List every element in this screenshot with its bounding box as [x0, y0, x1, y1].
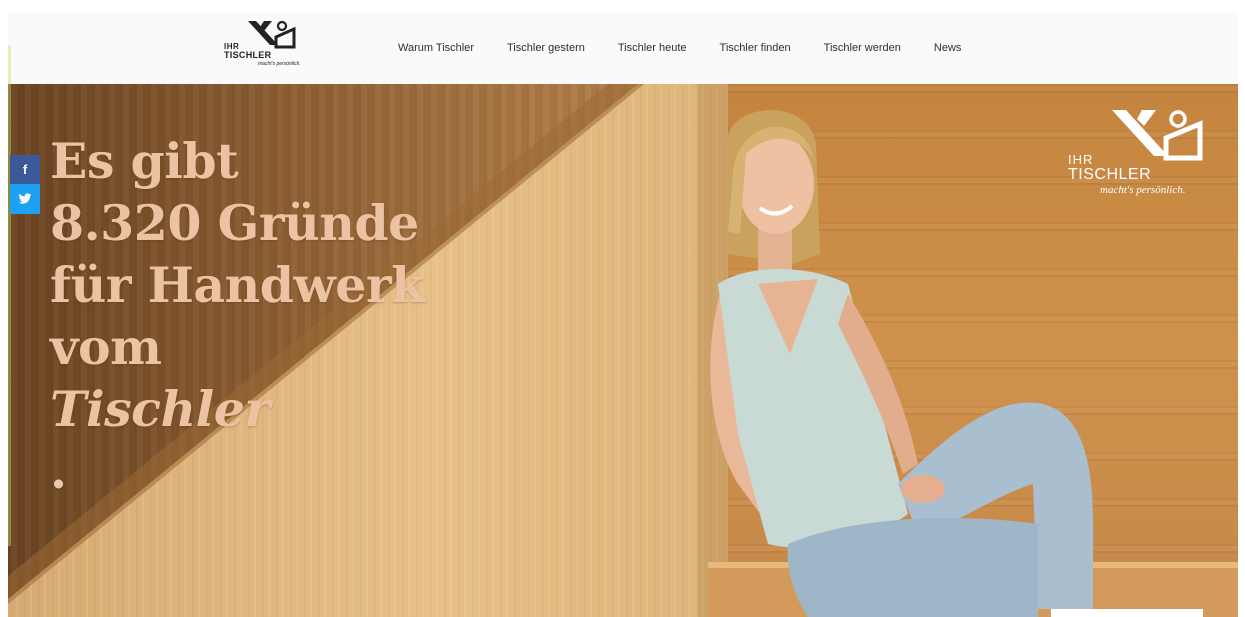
headline-line-4-prefix: vom [50, 318, 162, 376]
tischler-logo-white-icon [1112, 110, 1203, 161]
nav-warum-tischler[interactable]: Warum Tischler [398, 42, 474, 54]
logo-tagline: macht's persönlich. [258, 61, 301, 67]
headline-line-1: Es gibt [50, 132, 239, 190]
tischler-logo-icon [248, 20, 296, 49]
nav-news[interactable]: News [934, 42, 962, 54]
hero-banner: Es gibt 8.320 Gründe für Handwerk vom Ti… [8, 84, 1238, 617]
twitter-share-button[interactable] [10, 184, 40, 214]
site-header: IHR TISCHLER macht's persönlich. Warum T… [8, 12, 1238, 84]
hero-woman-photo [698, 104, 1118, 617]
site-logo[interactable]: IHR TISCHLER macht's persönlich. [222, 19, 312, 71]
headline-line-2: 8.320 Gründe [50, 194, 419, 252]
hero-logo-tagline: macht's persönlich. [1100, 184, 1186, 196]
logo-text-tischler: TISCHLER [224, 50, 272, 60]
headline-line-4-suffix: . [50, 442, 67, 500]
social-share-bar: f [10, 155, 40, 214]
hero-headline: Es gibt 8.320 Gründe für Handwerk vom Ti… [50, 130, 425, 502]
nav-tischler-gestern[interactable]: Tischler gestern [507, 42, 585, 54]
hero-logo-text-tischler: TISCHLER [1068, 166, 1152, 183]
cookie-notice-corner [1051, 609, 1203, 617]
headline-line-4-italic: Tischler [50, 380, 270, 438]
nav-tischler-werden[interactable]: Tischler werden [824, 42, 901, 54]
nav-tischler-finden[interactable]: Tischler finden [720, 42, 791, 54]
left-edge-accent [8, 46, 11, 546]
headline-line-4: vom Tischler. [50, 316, 425, 502]
nav-tischler-heute[interactable]: Tischler heute [618, 42, 687, 54]
facebook-share-button[interactable]: f [10, 155, 40, 184]
headline-line-3: für Handwerk [50, 256, 425, 314]
hero-logo-text-ihr: IHR [1068, 152, 1094, 167]
twitter-bird-icon [18, 193, 32, 204]
main-navigation: Warum Tischler Tischler gestern Tischler… [398, 12, 994, 84]
hero-brand-logo: IHR TISCHLER macht's persönlich. [1066, 106, 1216, 198]
facebook-icon: f [22, 162, 28, 177]
